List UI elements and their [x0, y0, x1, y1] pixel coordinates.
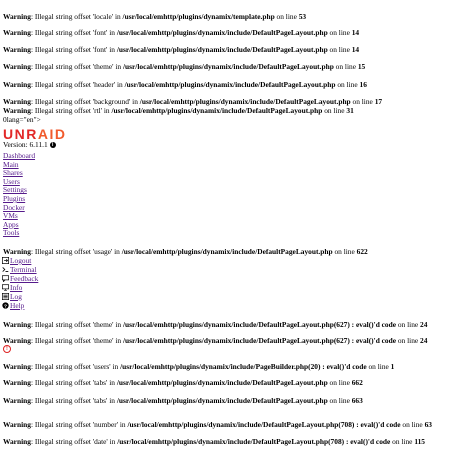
version-text: Version: 6.11.1 — [3, 140, 48, 149]
warning-line: Warning: Illegal string offset 'tabs' in… — [3, 378, 363, 387]
warning-line: Warning: Illegal string offset 'theme' i… — [3, 336, 428, 345]
svg-text:?: ? — [4, 303, 7, 309]
info-link[interactable]: Info — [2, 283, 22, 292]
version-row: Version: 6.11.1 i — [3, 140, 56, 149]
warning-line: Warning: Illegal string offset 'header' … — [3, 80, 367, 89]
nav-tools[interactable]: Tools — [3, 229, 19, 238]
warning-line: Warning: Illegal string offset 'font' in… — [3, 45, 360, 54]
feedback-link[interactable]: Feedback — [2, 274, 38, 283]
warning-line: Warning: Illegal string offset 'date' in… — [3, 437, 425, 446]
warning-line: Warning: Illegal string offset 'theme' i… — [3, 62, 366, 71]
help-link[interactable]: ? Help — [2, 301, 24, 310]
warning-line: Warning: Illegal string offset 'backgrou… — [3, 97, 383, 106]
warning-line: Warning: Illegal string offset 'tabs' in… — [3, 396, 363, 405]
log-icon — [2, 293, 9, 300]
alert-circle-icon[interactable]: ! — [3, 345, 11, 353]
terminal-link[interactable]: Terminal — [2, 265, 37, 274]
warning-line: Warning: Illegal string offset 'theme' i… — [3, 320, 428, 329]
warning-line: Warning: Illegal string offset 'rtl' in … — [3, 106, 354, 115]
info-icon — [2, 284, 9, 291]
warning-line: Warning: Illegal string offset 'users' i… — [3, 362, 395, 371]
warning-line: Warning: Illegal string offset 'locale' … — [3, 12, 307, 21]
terminal-icon — [2, 266, 9, 273]
logout-link[interactable]: Logout — [2, 256, 31, 265]
warning-line: Warning: Illegal string offset 'usage' i… — [3, 247, 368, 256]
help-icon: ? — [2, 302, 9, 309]
warning-line: Warning: Illegal string offset 'font' in… — [3, 28, 360, 37]
feedback-icon — [2, 275, 9, 282]
warning-line: Warning: Illegal string offset 'number' … — [3, 420, 432, 429]
log-link[interactable]: Log — [2, 292, 22, 301]
info-circle-icon[interactable]: i — [49, 142, 56, 149]
logout-icon — [2, 257, 9, 264]
lang-text: 0lang="en"> — [3, 115, 41, 124]
